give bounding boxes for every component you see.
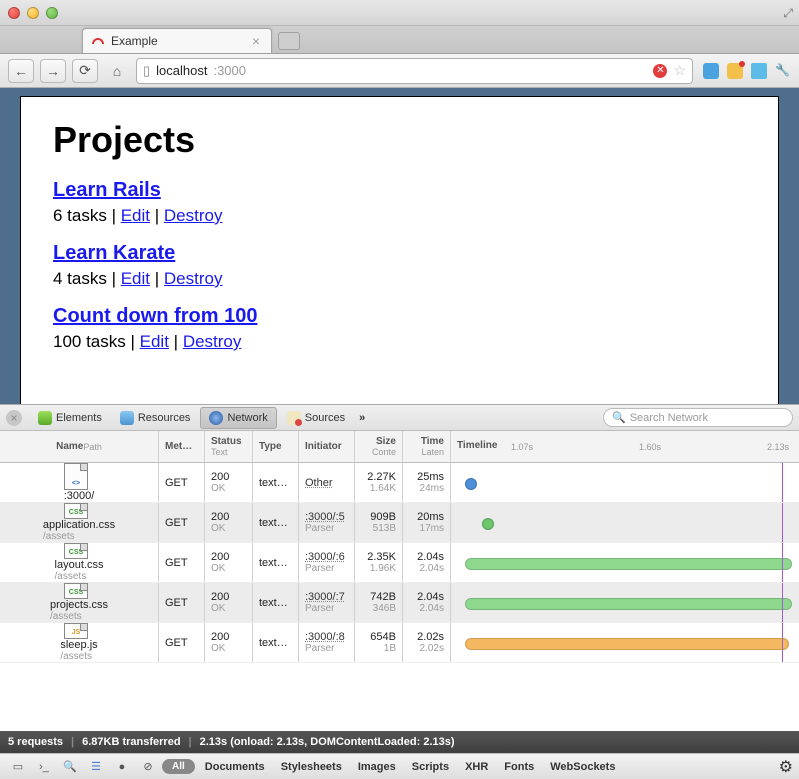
col-name[interactable]: NamePath [0,431,159,462]
forward-button[interactable]: → [40,59,66,83]
devtools-status-bar: 5 requests | 6.87KB transferred | 2.13s … [0,731,799,753]
clear-icon[interactable]: ⊘ [136,757,160,777]
edit-link[interactable]: Edit [140,332,169,351]
back-button[interactable]: ← [8,59,34,83]
filter-documents[interactable]: Documents [197,757,273,777]
network-row[interactable]: CSSlayout.css/assetsGET200OKtext…:3000/:… [0,543,799,583]
filter-fonts[interactable]: Fonts [496,757,542,777]
network-icon [209,411,223,425]
resources-icon [120,411,134,425]
console-toggle-icon[interactable]: ›_ [32,757,56,777]
elements-icon [38,411,52,425]
project-link[interactable]: Count down from 100 [53,305,257,327]
close-window-button[interactable] [8,7,20,19]
tab-elements[interactable]: Elements [30,408,110,428]
bookmark-star-icon[interactable]: ☆ [673,62,686,79]
home-button[interactable]: ⌂ [104,59,130,83]
reload-button[interactable]: ⟳ [72,59,98,83]
url-host: localhost [156,63,207,78]
fullscreen-icon[interactable]: ⤢ [783,6,793,21]
project-link[interactable]: Learn Karate [53,242,175,264]
tab-sources[interactable]: Sources [279,408,353,428]
new-tab-button[interactable] [278,32,300,50]
network-row[interactable]: <>:3000/GET200OKtext…Other2.27K1.64K25ms… [0,463,799,503]
wrench-menu-icon[interactable]: 🔧 [775,63,791,79]
extension-icons: 🔧 [703,63,791,79]
devtools-footer: ▭ ›_ 🔍 ☰ ● ⊘ All DocumentsStylesheetsIma… [0,753,799,779]
dock-icon[interactable]: ▭ [6,757,30,777]
destroy-link[interactable]: Destroy [164,206,223,225]
doc-icon: ▯ [143,63,150,79]
tab-label: Resources [138,412,191,424]
favicon-icon [91,34,105,48]
status-transferred: 6.87KB transferred [82,736,180,748]
titlebar: ⤢ [0,0,799,26]
tab-label: Network [227,412,267,424]
page-heading: Projects [53,119,746,161]
extension-icon[interactable] [703,63,719,79]
record-icon[interactable]: ● [110,757,134,777]
project-meta: 100 tasks | Edit | Destroy [53,332,746,352]
network-row[interactable]: JSsleep.js/assetsGET200OKtext…:3000/:8Pa… [0,623,799,663]
tab-label: Sources [305,412,345,424]
settings-gear-icon[interactable]: ⚙ [779,757,793,777]
col-method[interactable]: Met… [159,431,205,462]
devtools-panel: × Elements Resources Network Sources » 🔍… [0,404,799,779]
extension-icon[interactable] [751,63,767,79]
page-content: Projects Learn Rails 6 tasks | Edit | Des… [20,96,779,404]
tab-label: Elements [56,412,102,424]
project-meta: 4 tasks | Edit | Destroy [53,269,746,289]
col-type[interactable]: Type [253,431,299,462]
status-timing: 2.13s (onload: 2.13s, DOMContentLoaded: … [200,736,455,748]
sources-icon [287,411,301,425]
project-meta: 6 tasks | Edit | Destroy [53,206,746,226]
destroy-link[interactable]: Destroy [164,269,223,288]
search-icon[interactable]: 🔍 [58,757,82,777]
filter-websockets[interactable]: WebSockets [542,757,623,777]
address-bar[interactable]: ▯ localhost :3000 ✕ ☆ [136,58,693,84]
browser-tab-bar: Example × [0,26,799,54]
tab-resources[interactable]: Resources [112,408,199,428]
close-tab-icon[interactable]: × [249,34,263,48]
filter-all[interactable]: All [162,759,195,774]
col-status[interactable]: StatusText [205,431,253,462]
zoom-window-button[interactable] [46,7,58,19]
devtools-close-icon[interactable]: × [6,410,22,426]
page-viewport: Projects Learn Rails 6 tasks | Edit | Des… [0,88,799,404]
error-badge-icon[interactable]: ✕ [653,64,667,78]
devtools-tabbar: × Elements Resources Network Sources » 🔍… [0,405,799,431]
filter-images[interactable]: Images [350,757,404,777]
url-port: :3000 [213,63,246,78]
search-network-input[interactable]: 🔍 Search Network [603,408,793,427]
col-time[interactable]: TimeLaten [403,431,451,462]
search-placeholder: Search Network [630,412,708,424]
filter-xhr[interactable]: XHR [457,757,496,777]
more-panels-icon[interactable]: » [359,412,365,424]
filter-stylesheets[interactable]: Stylesheets [273,757,350,777]
window-controls [8,7,58,19]
network-row[interactable]: CSSprojects.css/assetsGET200OKtext…:3000… [0,583,799,623]
project-link[interactable]: Learn Rails [53,179,161,201]
destroy-link[interactable]: Destroy [183,332,242,351]
extension-icon[interactable] [727,63,743,79]
minimize-window-button[interactable] [27,7,39,19]
tab-title: Example [111,34,158,48]
network-table-header: NamePath Met… StatusText Type Initiator … [0,431,799,463]
col-initiator[interactable]: Initiator [299,431,355,462]
edit-link[interactable]: Edit [121,206,150,225]
col-timeline[interactable]: Timeline 1.07s 1.60s 2.13s [451,431,799,462]
browser-tab[interactable]: Example × [82,28,272,53]
list-view-icon[interactable]: ☰ [84,757,108,777]
search-icon: 🔍 [612,411,626,424]
edit-link[interactable]: Edit [121,269,150,288]
col-size[interactable]: SizeConte [355,431,403,462]
status-requests: 5 requests [8,736,63,748]
tab-network[interactable]: Network [200,407,276,429]
network-row[interactable]: CSSapplication.css/assetsGET200OKtext…:3… [0,503,799,543]
browser-toolbar: ← → ⟳ ⌂ ▯ localhost :3000 ✕ ☆ 🔧 [0,54,799,88]
filter-scripts[interactable]: Scripts [404,757,457,777]
network-requests: <>:3000/GET200OKtext…Other2.27K1.64K25ms… [0,463,799,731]
